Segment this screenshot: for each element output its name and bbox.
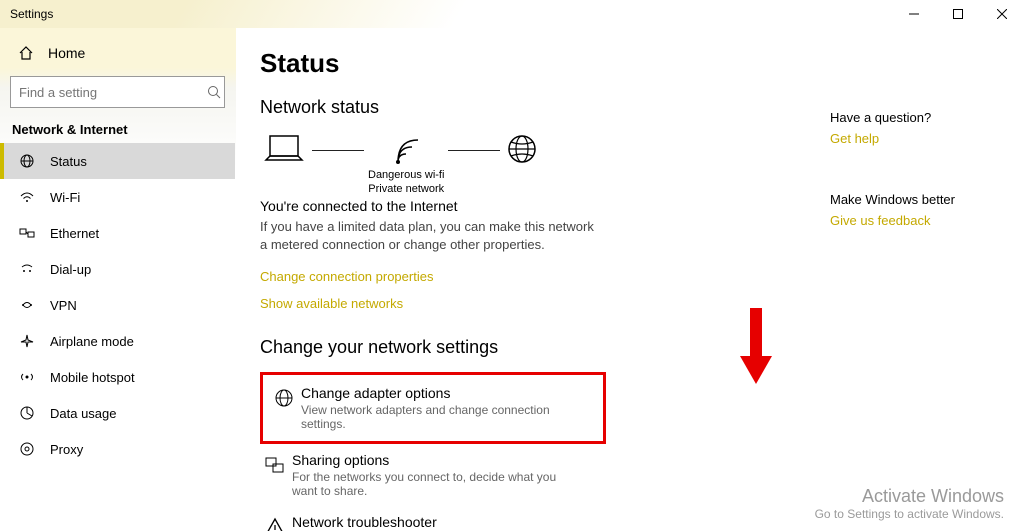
sidebar-item-dialup[interactable]: Dial-up xyxy=(0,251,235,287)
airplane-icon xyxy=(18,332,36,350)
minimize-button[interactable] xyxy=(892,0,936,28)
watermark-title: Activate Windows xyxy=(815,486,1004,507)
globe-icon xyxy=(504,132,540,166)
sidebar-item-status[interactable]: Status xyxy=(0,143,235,179)
sidebar-category: Network & Internet xyxy=(0,122,235,143)
datausage-icon xyxy=(18,404,36,422)
activation-watermark: Activate Windows Go to Settings to activ… xyxy=(815,486,1004,521)
link-give-feedback[interactable]: Give us feedback xyxy=(830,213,1000,228)
sidebar-item-wifi[interactable]: Wi-Fi xyxy=(0,179,235,215)
ethernet-icon xyxy=(18,224,36,242)
sidebar-item-proxy[interactable]: Proxy xyxy=(0,431,235,467)
diagram-net-type: Private network xyxy=(368,182,444,196)
option-desc: For the networks you connect to, decide … xyxy=(292,470,584,498)
watermark-subtitle: Go to Settings to activate Windows. xyxy=(815,507,1004,521)
sidebar-item-hotspot[interactable]: Mobile hotspot xyxy=(0,359,235,395)
option-title: Network troubleshooter xyxy=(292,514,483,530)
help-heading: Have a question? xyxy=(830,110,1000,125)
close-button[interactable] xyxy=(980,0,1024,28)
help-panel: Have a question? Get help Make Windows b… xyxy=(830,84,1000,228)
hotspot-icon xyxy=(18,368,36,386)
sidebar-item-label: Proxy xyxy=(50,442,83,457)
sidebar: Home Network & Internet Status Wi-Fi Eth… xyxy=(0,28,236,531)
sidebar-item-label: Ethernet xyxy=(50,226,99,241)
main-content: Status Network status Dangerous wi-fi Pr… xyxy=(236,28,1024,531)
globe-net-icon xyxy=(273,387,301,409)
sidebar-item-label: Airplane mode xyxy=(50,334,134,349)
option-title: Change adapter options xyxy=(301,385,593,401)
sidebar-item-label: Status xyxy=(50,154,87,169)
feedback-heading: Make Windows better xyxy=(830,192,1000,207)
sidebar-item-label: Data usage xyxy=(50,406,117,421)
window-title: Settings xyxy=(10,7,53,21)
sidebar-item-label: Dial-up xyxy=(50,262,91,277)
proxy-icon xyxy=(18,440,36,458)
link-get-help[interactable]: Get help xyxy=(830,131,1000,146)
titlebar: Settings xyxy=(0,0,1024,28)
window-controls xyxy=(892,0,1024,28)
dialup-icon xyxy=(18,260,36,278)
sharing-icon xyxy=(264,454,292,476)
search-box[interactable] xyxy=(10,76,225,108)
wifi-icon xyxy=(18,188,36,206)
option-title: Sharing options xyxy=(292,452,584,468)
section-change-settings: Change your network settings xyxy=(260,337,1024,358)
status-icon xyxy=(18,152,36,170)
link-change-connection-properties[interactable]: Change connection properties xyxy=(260,269,433,284)
option-troubleshooter[interactable]: Network troubleshooter Diagnose and fix … xyxy=(260,506,588,531)
sidebar-item-label: VPN xyxy=(50,298,77,313)
sidebar-item-label: Wi-Fi xyxy=(50,190,80,205)
option-desc: View network adapters and change connect… xyxy=(301,403,593,431)
connected-description: If you have a limited data plan, you can… xyxy=(260,218,600,253)
sidebar-item-vpn[interactable]: VPN xyxy=(0,287,235,323)
diagram-wifi-name: Dangerous wi-fi xyxy=(368,168,444,182)
home-label: Home xyxy=(48,45,85,61)
sidebar-item-airplane[interactable]: Airplane mode xyxy=(0,323,235,359)
wifi-diagram-icon xyxy=(388,132,424,166)
troubleshoot-icon xyxy=(264,516,292,531)
page-title: Status xyxy=(260,48,1024,79)
search-input[interactable] xyxy=(11,85,203,100)
search-icon xyxy=(203,85,224,99)
laptop-icon xyxy=(260,132,308,166)
sidebar-item-datausage[interactable]: Data usage xyxy=(0,395,235,431)
annotation-arrow-icon xyxy=(736,308,776,388)
option-sharing[interactable]: Sharing options For the networks you con… xyxy=(260,444,588,506)
option-change-adapter[interactable]: Change adapter options View network adap… xyxy=(260,372,606,444)
maximize-button[interactable] xyxy=(936,0,980,28)
home-button[interactable]: Home xyxy=(0,34,235,72)
vpn-icon xyxy=(18,296,36,314)
home-icon xyxy=(18,45,34,61)
link-show-available-networks[interactable]: Show available networks xyxy=(260,296,403,311)
sidebar-item-ethernet[interactable]: Ethernet xyxy=(0,215,235,251)
sidebar-item-label: Mobile hotspot xyxy=(50,370,135,385)
